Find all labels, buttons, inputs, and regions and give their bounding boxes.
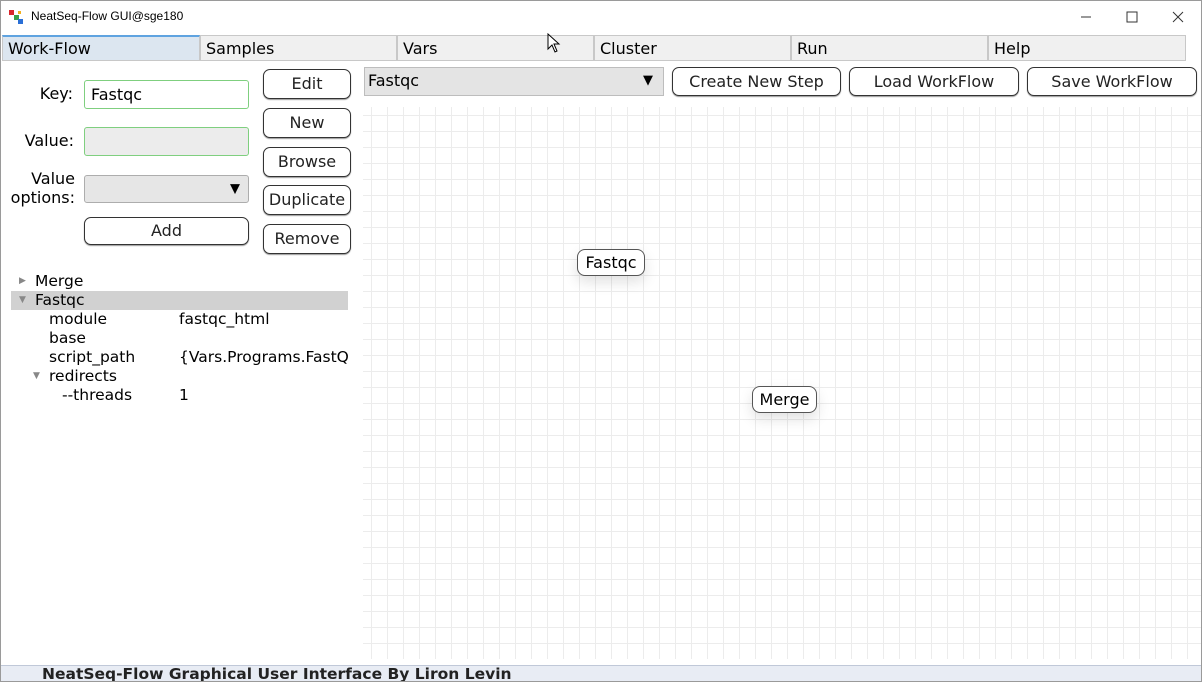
value-label: Value: <box>24 131 74 150</box>
collapse-triangle-icon[interactable]: ▼ <box>19 291 26 310</box>
tree-value: fastqc_html <box>179 310 270 328</box>
create-new-step-button[interactable]: Create New Step <box>672 67 841 96</box>
tab-cluster[interactable]: Cluster <box>594 35 791 61</box>
minimize-button[interactable] <box>1063 1 1109 32</box>
step-select-dropdown[interactable]: Fastqc ▼ <box>364 67 664 96</box>
app-logo-icon <box>9 10 23 24</box>
tree-row-script-path[interactable]: script_path {Vars.Programs.FastQC <box>11 348 348 367</box>
tree-key: script_path <box>49 348 136 366</box>
edit-button[interactable]: Edit <box>263 69 351 99</box>
status-bar: NeatSeq-Flow Graphical User Interface By… <box>1 665 1201 682</box>
workflow-canvas[interactable]: Fastqc Merge <box>363 107 1201 659</box>
tree-value: {Vars.Programs.FastQC <box>179 348 348 366</box>
key-label: Key: <box>39 84 73 103</box>
minimize-icon <box>1081 16 1091 17</box>
load-workflow-button[interactable]: Load WorkFlow <box>849 67 1019 96</box>
maximize-button[interactable] <box>1109 1 1155 32</box>
close-button[interactable] <box>1155 1 1201 32</box>
remove-button[interactable]: Remove <box>263 224 351 254</box>
tree-row-module[interactable]: module fastqc_html <box>11 310 348 329</box>
browse-button[interactable]: Browse <box>263 147 351 177</box>
workflow-node-merge[interactable]: Merge <box>752 386 817 413</box>
tab-work-flow[interactable]: Work-Flow <box>2 35 200 61</box>
value-field[interactable] <box>84 127 249 156</box>
chevron-down-icon: ▼ <box>230 181 240 197</box>
key-field[interactable]: Fastqc <box>84 80 249 109</box>
value-options-dropdown[interactable]: ▼ <box>84 175 249 203</box>
mouse-cursor-icon <box>547 33 561 53</box>
tab-samples[interactable]: Samples <box>200 35 397 61</box>
tree-key: module <box>49 310 108 328</box>
app-window: NeatSeq-Flow GUI@sge180 Work-Flow Sample… <box>0 0 1202 682</box>
title-bar: NeatSeq-Flow GUI@sge180 <box>1 1 1201 32</box>
chevron-down-icon: ▼ <box>643 73 653 88</box>
tree-key: --threads <box>62 386 133 404</box>
tab-help[interactable]: Help <box>988 35 1186 61</box>
tree-value: 1 <box>179 386 189 404</box>
duplicate-button[interactable]: Duplicate <box>263 185 351 215</box>
new-button[interactable]: New <box>263 108 351 138</box>
tree-item-label: Merge <box>35 272 84 290</box>
add-button[interactable]: Add <box>84 217 249 245</box>
step-select-value: Fastqc <box>368 71 420 90</box>
tab-run[interactable]: Run <box>791 35 988 61</box>
tab-bar: Work-Flow Samples Vars Cluster Run Help <box>2 35 1186 63</box>
tree-key: base <box>49 329 86 347</box>
value-options-label-line1: Value <box>31 169 75 188</box>
tree-item-redirects[interactable]: ▼ redirects <box>11 367 348 386</box>
close-icon <box>1172 11 1184 22</box>
collapse-triangle-icon[interactable]: ▼ <box>33 367 40 386</box>
tree-row-base[interactable]: base <box>11 329 348 348</box>
tree-item-label: Fastqc <box>35 291 85 309</box>
value-options-label-line2: options: <box>10 188 75 207</box>
window-title: NeatSeq-Flow GUI@sge180 <box>31 9 184 23</box>
tree-item-fastqc[interactable]: ▼ Fastqc <box>11 291 348 310</box>
expand-triangle-icon[interactable]: ▶ <box>19 272 26 291</box>
value-options-label: Value options: <box>5 169 75 207</box>
maximize-icon <box>1126 11 1138 22</box>
status-text: NeatSeq-Flow Graphical User Interface By… <box>42 665 512 682</box>
workflow-node-fastqc[interactable]: Fastqc <box>577 249 645 276</box>
tree-row-threads[interactable]: --threads 1 <box>11 386 348 405</box>
tab-vars[interactable]: Vars <box>397 35 594 61</box>
tree-item-label: redirects <box>49 367 117 385</box>
tree-item-merge[interactable]: ▶ Merge <box>11 272 348 291</box>
save-workflow-button[interactable]: Save WorkFlow <box>1027 67 1197 96</box>
